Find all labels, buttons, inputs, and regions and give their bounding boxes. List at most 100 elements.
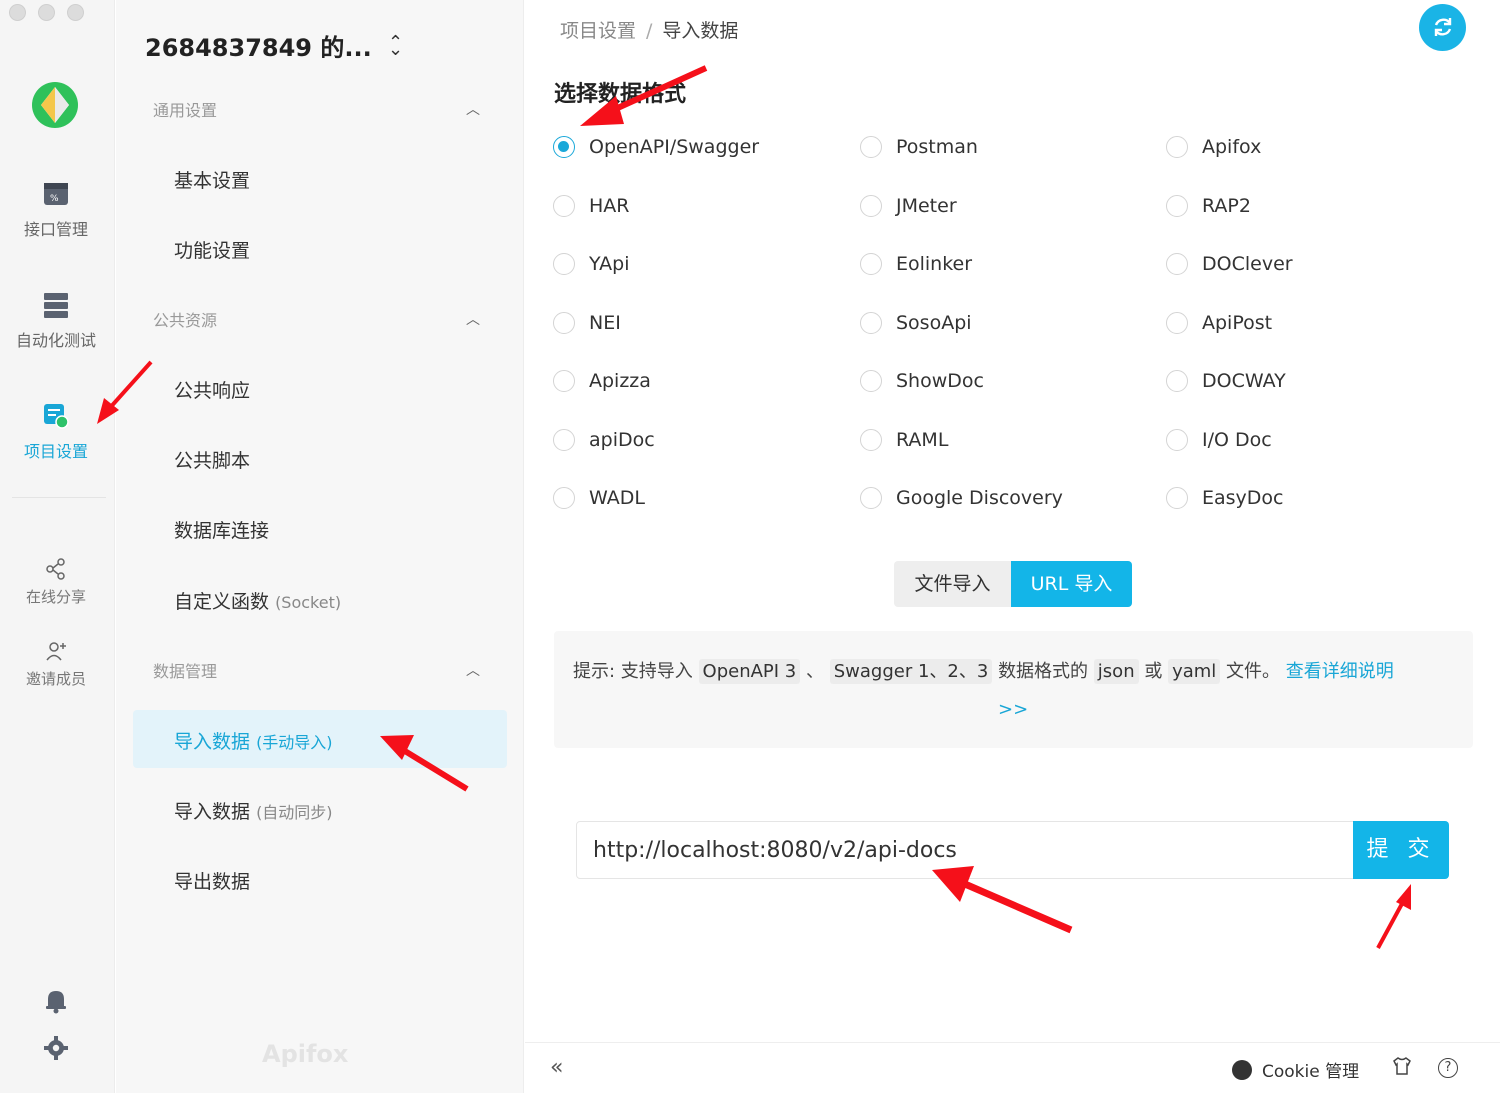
api-icon: % (44, 183, 68, 205)
settings-gear-icon[interactable] (44, 1036, 68, 1060)
radio-circle-icon[interactable] (553, 194, 575, 217)
format-radio-option[interactable]: HAR (553, 194, 630, 217)
rail-label-test: 自动化测试 (15, 331, 96, 350)
format-radio-label: OpenAPI/Swagger (589, 136, 760, 158)
svg-text:%: % (50, 194, 59, 204)
format-radio-option[interactable]: apiDoc (553, 428, 655, 451)
format-radio-label: HAR (589, 194, 630, 217)
tab-file-import[interactable]: 文件导入 (894, 561, 1011, 607)
rail-item-project-settings[interactable]: 项目设置 (0, 402, 112, 462)
radio-circle-icon[interactable] (860, 370, 882, 392)
radio-circle-icon[interactable] (553, 370, 575, 392)
custom-function-suffix: (Socket) (275, 593, 342, 612)
main-content: 项目设置 / 导入数据 选择数据格式 OpenAPI/Swagger Postman A… (525, 0, 1500, 1093)
tab-url-import[interactable]: URL 导入 (1011, 561, 1132, 607)
radio-circle-icon[interactable] (860, 487, 882, 509)
group-label-general[interactable]: 通用设置 (153, 97, 217, 121)
format-radio-label: JMeter (896, 194, 957, 217)
radio-circle-icon[interactable] (860, 194, 882, 217)
refresh-button[interactable] (1419, 4, 1466, 51)
rail-label-project-settings: 项目设置 (23, 442, 88, 461)
breadcrumb-parent[interactable]: 项目设置 (560, 20, 636, 42)
sidebar-item-basic-settings[interactable]: 基本设置 (174, 166, 250, 193)
format-radio-option[interactable]: NEI (553, 311, 621, 334)
format-radio-option[interactable]: Apizza (553, 370, 651, 392)
url-input[interactable]: http://localhost:8080/v2/api-docs (576, 821, 1354, 879)
format-radio-option[interactable]: Postman (860, 136, 978, 158)
format-radio-label: NEI (589, 311, 621, 334)
sidebar-item-export[interactable]: 导出数据 (174, 867, 250, 894)
radio-circle-icon[interactable] (1166, 253, 1188, 275)
format-radio-option[interactable]: Eolinker (860, 253, 972, 275)
tip-or: 或 (1144, 661, 1163, 682)
submit-button[interactable]: 提 交 (1353, 821, 1449, 879)
format-radio-option[interactable]: Google Discovery (860, 487, 1063, 509)
radio-circle-icon[interactable] (860, 428, 882, 451)
rail-item-share[interactable]: 在线分享 (0, 558, 112, 607)
app-logo-icon (32, 82, 78, 128)
format-radio-option[interactable]: DOClever (1166, 253, 1293, 275)
format-radio-option[interactable]: OpenAPI/Swagger (553, 136, 759, 158)
format-radio-option[interactable]: SosoApi (860, 311, 972, 334)
radio-circle-icon[interactable] (553, 253, 575, 275)
group-label-public-resources[interactable]: 公共资源 (153, 307, 217, 331)
format-radio-option[interactable]: Apifox (1166, 136, 1261, 158)
radio-circle-icon[interactable] (553, 136, 575, 158)
chevron-up-icon[interactable]: ︿ (466, 309, 480, 329)
window-minimize-button[interactable] (38, 4, 55, 21)
rail-item-invite[interactable]: 邀请成员 (0, 640, 112, 689)
breadcrumb-separator: / (646, 20, 653, 42)
radio-circle-icon[interactable] (1166, 370, 1188, 392)
radio-circle-icon[interactable] (1166, 487, 1188, 509)
format-radio-option[interactable]: I/O Doc (1166, 428, 1272, 451)
rail-item-api[interactable]: % 接口管理 (0, 180, 112, 240)
format-radio-label: RAP2 (1202, 194, 1251, 217)
sidebar-item-import-manual[interactable]: 导入数据 (手动导入) (174, 727, 333, 754)
format-radio-option[interactable]: RAML (860, 428, 948, 451)
format-radio-option[interactable]: WADL (553, 487, 645, 509)
sidebar-item-database-connection[interactable]: 数据库连接 (174, 516, 269, 543)
group-label-data-management[interactable]: 数据管理 (153, 658, 217, 682)
import-manual-suffix: (手动导入) (256, 733, 333, 752)
format-radio-option[interactable]: RAP2 (1166, 194, 1251, 217)
tip-more-link[interactable]: >> (998, 699, 1028, 720)
radio-circle-icon[interactable] (553, 311, 575, 334)
project-title[interactable]: 2684837849 的... (145, 28, 372, 63)
format-radio-option[interactable]: ApiPost (1166, 311, 1272, 334)
tip-sep: 、 (806, 661, 824, 682)
radio-circle-icon[interactable] (860, 253, 882, 275)
format-radio-option[interactable]: ShowDoc (860, 370, 984, 392)
rail-label-invite: 邀请成员 (25, 670, 86, 688)
rail-item-test[interactable]: 自动化测试 (0, 291, 112, 351)
sidebar-item-custom-function[interactable]: 自定义函数 (Socket) (174, 587, 341, 614)
sidebar-item-public-response[interactable]: 公共响应 (174, 376, 250, 403)
radio-circle-icon[interactable] (1166, 311, 1188, 334)
chevron-up-icon[interactable]: ︿ (466, 99, 480, 119)
chevron-up-icon[interactable]: ︿ (466, 660, 480, 680)
format-radio-option[interactable]: JMeter (860, 194, 957, 217)
tip-detail-link[interactable]: 查看详细说明 (1286, 661, 1394, 682)
project-switch-icon[interactable]: ⌃ ⌄ (388, 32, 403, 74)
notification-bell-icon[interactable] (44, 988, 68, 1014)
apifox-watermark: Apifox (262, 1040, 349, 1068)
format-radio-option[interactable]: YApi (553, 253, 629, 275)
format-radio-option[interactable]: DOCWAY (1166, 370, 1286, 392)
radio-circle-icon[interactable] (553, 487, 575, 509)
window-close-button[interactable] (9, 4, 26, 21)
format-radio-option[interactable]: EasyDoc (1166, 487, 1284, 509)
sidebar-item-import-auto[interactable]: 导入数据 (自动同步) (174, 797, 333, 824)
radio-circle-icon[interactable] (860, 136, 882, 158)
theme-shirt-icon[interactable] (1392, 1056, 1412, 1076)
collapse-sidebar-icon[interactable]: « (550, 1055, 563, 1080)
radio-circle-icon[interactable] (1166, 136, 1188, 158)
radio-circle-icon[interactable] (553, 428, 575, 451)
cookie-manager-button[interactable]: Cookie 管理 (1232, 1057, 1359, 1082)
window-maximize-button[interactable] (67, 4, 84, 21)
format-radio-label: Google Discovery (896, 487, 1063, 509)
radio-circle-icon[interactable] (860, 311, 882, 334)
radio-circle-icon[interactable] (1166, 428, 1188, 451)
sidebar-item-public-script[interactable]: 公共脚本 (174, 446, 250, 473)
sidebar-item-feature-settings[interactable]: 功能设置 (174, 236, 250, 263)
help-icon[interactable]: ? (1438, 1058, 1458, 1078)
radio-circle-icon[interactable] (1166, 194, 1188, 217)
